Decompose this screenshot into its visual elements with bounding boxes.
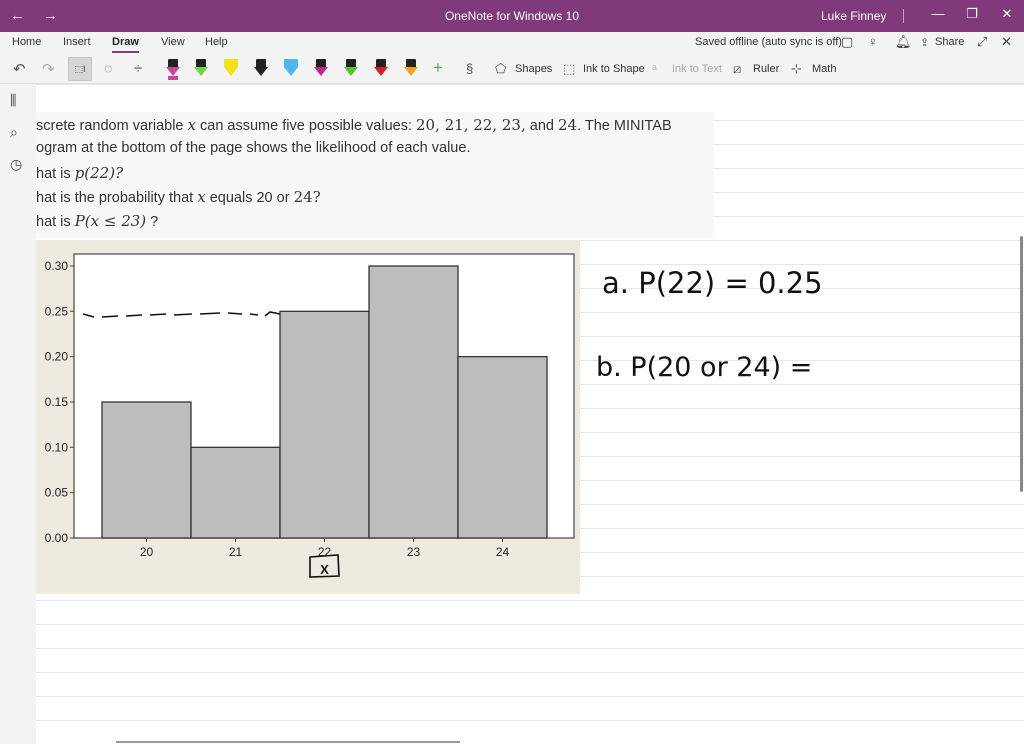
share-icon[interactable]: ⇪ [920, 36, 929, 49]
highlighter-blue-icon[interactable] [283, 59, 299, 81]
y-tick-label: 0.00 [45, 531, 69, 545]
restore-icon[interactable]: ❐ [962, 6, 982, 22]
minitab-histogram[interactable]: 0.00 0.05 0.10 0.15 0.20 0.25 0.30 20 21 22 23 24 X [36, 240, 580, 594]
ink-to-shape-icon[interactable]: ⬚ [563, 61, 575, 77]
ink-to-text-button[interactable]: Ink to Text [672, 63, 722, 75]
ink-to-text-icon[interactable]: ᵃ [652, 61, 657, 76]
shapes-icon[interactable]: ⬠ [495, 61, 506, 77]
ribbon-tabs: Home Insert Draw View Help Saved offline… [0, 32, 1024, 56]
pen-orange-icon[interactable] [403, 59, 419, 81]
lasso-icon[interactable]: ◌ [104, 60, 112, 76]
y-tick-label: 0.05 [45, 486, 69, 500]
title-separator [903, 9, 904, 23]
lasso-select-button[interactable]: ⬚I [68, 57, 92, 81]
pen-pink-icon[interactable] [165, 59, 181, 81]
title-bar: ← → OneNote for Windows 10 Luke Finney —… [0, 0, 1024, 32]
ink-answer-a[interactable]: a. P(22) = 0.25 [602, 266, 823, 300]
x-tick-label-24: 24 [496, 545, 510, 559]
recent-icon[interactable]: ◷ [10, 156, 22, 173]
y-tick-label: 0.25 [45, 304, 69, 318]
search-icon[interactable]: ⌕ [10, 124, 18, 141]
vertical-scrollbar[interactable] [1020, 236, 1023, 492]
ruler-icon[interactable]: ⧄ [733, 61, 741, 77]
lightbulb-icon[interactable]: ♀ [868, 34, 878, 49]
pen-black-icon[interactable] [253, 59, 269, 81]
question-line-1: screte random variable x can assume five… [36, 116, 672, 134]
tab-help[interactable]: Help [205, 36, 228, 48]
page-canvas[interactable]: screte random variable x can assume five… [36, 84, 1024, 744]
sync-status: Saved offline (auto sync is off) [695, 36, 842, 48]
pen-red-icon[interactable] [373, 59, 389, 81]
math-icon[interactable]: ⊹ [791, 61, 802, 77]
y-tick-label: 0.10 [45, 440, 69, 454]
shapes-button[interactable]: Shapes [515, 63, 552, 75]
ink-replay-icon[interactable]: § [466, 61, 473, 76]
user-name[interactable]: Luke Finney [821, 9, 886, 23]
navigation-sidebar: ⫼ ⌕ ◷ [0, 84, 36, 744]
pen-lime-icon[interactable] [343, 59, 359, 81]
pen-magenta-icon[interactable] [313, 59, 329, 81]
add-space-icon[interactable]: ÷ [134, 60, 142, 77]
tab-draw[interactable]: Draw [112, 36, 139, 53]
draw-toolbar: ↶ ↷ ⬚I ◌ ÷ + § ⬠ Shapes ⬚ Ink to Shape ᵃ… [0, 56, 1024, 84]
math-button[interactable]: Math [812, 63, 836, 75]
question-text-block[interactable]: screte random variable x can assume five… [36, 112, 714, 238]
notebook-icon[interactable]: ▢ [841, 34, 853, 50]
y-tick-label: 0.20 [45, 350, 69, 364]
horizontal-scrollbar[interactable] [116, 741, 460, 743]
x-tick-label-22: 22 [318, 545, 332, 559]
tab-view[interactable]: View [161, 36, 185, 48]
bar-21[interactable] [190, 446, 281, 539]
y-tick-label: 0.30 [45, 259, 69, 273]
histogram-chart: 0.00 0.05 0.10 0.15 0.20 0.25 0.30 20 21 22 23 24 X [45, 253, 575, 577]
highlighter-yellow-icon[interactable] [223, 59, 239, 81]
bar-23[interactable] [368, 265, 459, 539]
ink-answer-b[interactable]: b. P(20 or 24) = [596, 352, 812, 383]
x-tick-label-23: 23 [407, 545, 421, 559]
redo-icon[interactable]: ↷ [42, 60, 55, 78]
minimize-icon[interactable]: — [928, 6, 948, 21]
notebooks-icon[interactable]: ⫼ [10, 92, 16, 109]
question-line-3: hat is p(22)? [36, 164, 124, 182]
x-tick-label-20: 20 [140, 545, 154, 559]
add-pen-icon[interactable]: + [433, 58, 443, 78]
share-button[interactable]: Share [935, 36, 964, 48]
bar-22[interactable] [279, 310, 370, 539]
ruler-button[interactable]: Ruler [753, 63, 779, 75]
x-tick-label-21: 21 [229, 545, 243, 559]
tab-insert[interactable]: Insert [63, 36, 91, 48]
pen-green-icon[interactable] [193, 59, 209, 81]
tab-home[interactable]: Home [12, 36, 41, 48]
question-line-4: hat is the probability that x equals 20 … [36, 188, 321, 206]
undo-icon[interactable]: ↶ [13, 60, 26, 78]
bar-20[interactable] [101, 401, 192, 539]
more-icon[interactable]: ✕ [1001, 34, 1012, 50]
bell-icon[interactable]: 🔔︎ [895, 34, 912, 50]
question-line-5: hat is P(x ≤ 23) ? [36, 212, 159, 230]
x-axis-label: X [320, 562, 329, 577]
ink-to-shape-button[interactable]: Ink to Shape [583, 63, 645, 75]
expand-icon[interactable]: ⤢ [977, 34, 987, 50]
close-icon[interactable]: ✕ [997, 6, 1017, 22]
y-tick-label: 0.15 [45, 395, 69, 409]
question-line-2: ogram at the bottom of the page shows th… [36, 140, 471, 156]
bar-24[interactable] [457, 356, 548, 539]
